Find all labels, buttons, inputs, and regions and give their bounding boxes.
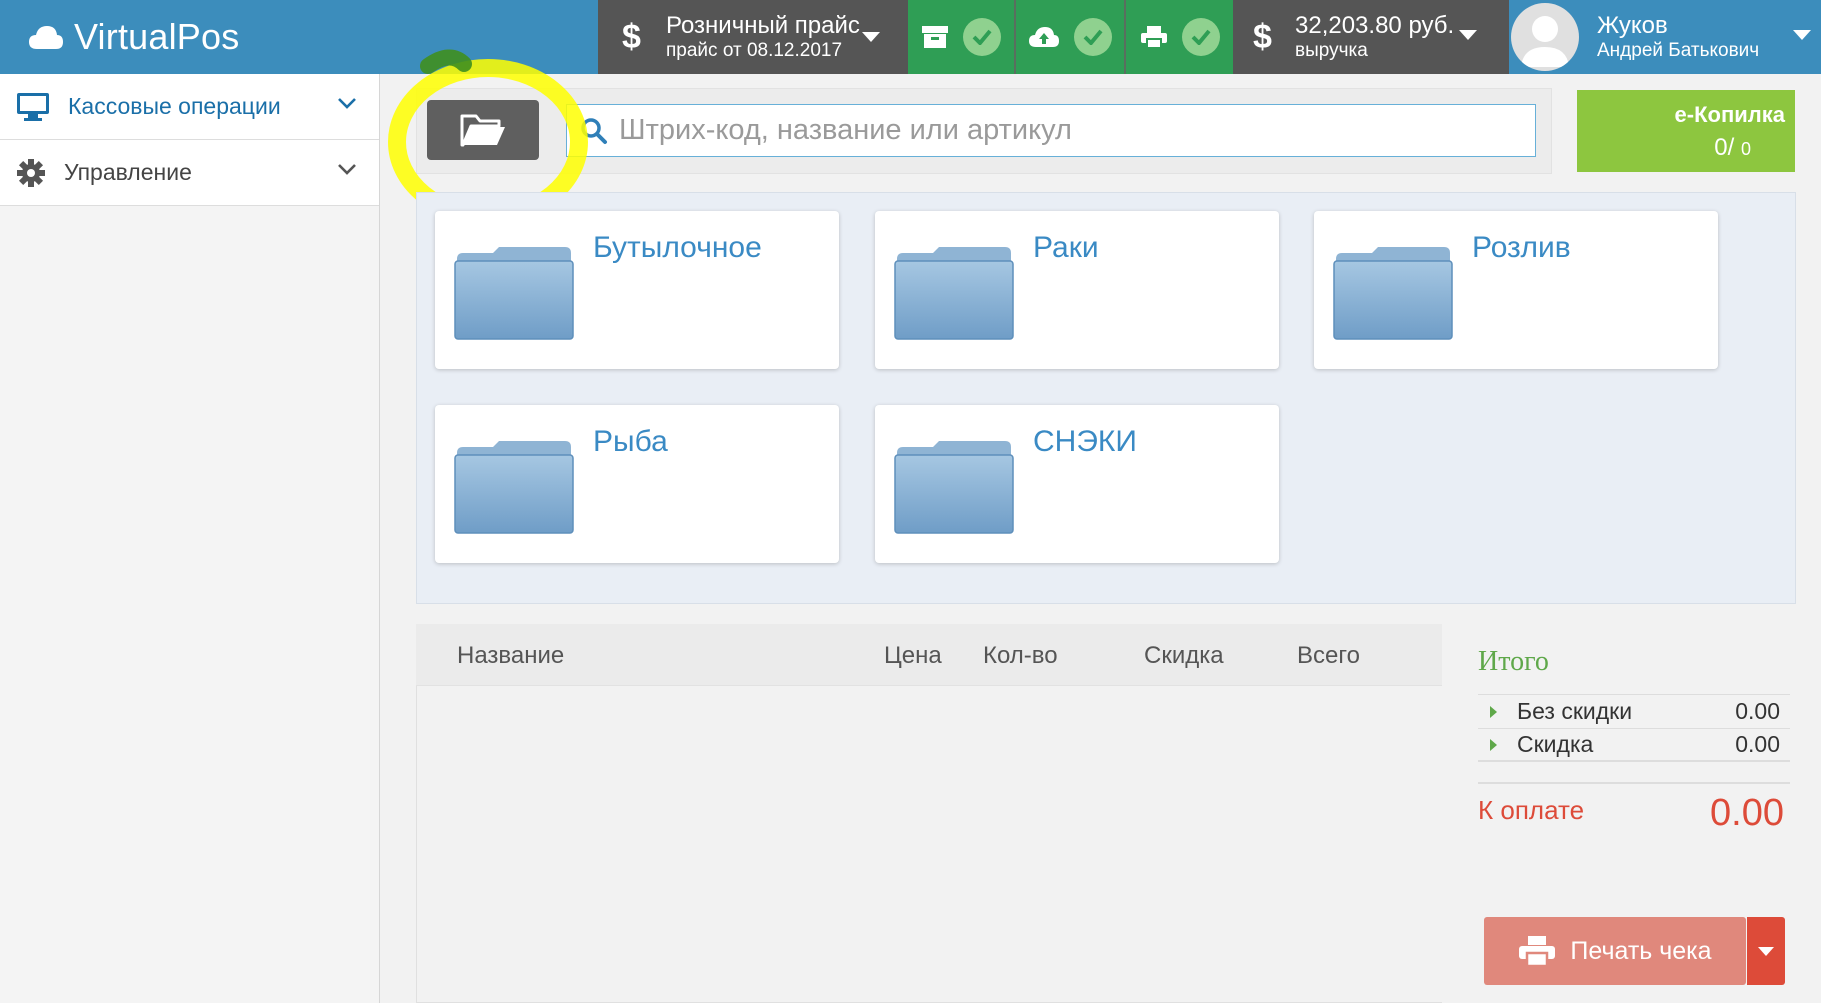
category-tile[interactable]: СНЭКИ — [875, 405, 1279, 563]
folder-icon — [454, 441, 574, 534]
search-input[interactable] — [619, 114, 1535, 147]
totals-row-value: 0.00 — [1735, 731, 1780, 757]
archive-icon — [922, 26, 948, 48]
column-header-name[interactable]: Название — [457, 642, 564, 670]
caret-right-icon — [1490, 705, 1497, 718]
archive-status-button[interactable] — [908, 0, 1014, 74]
dollar-icon: $ — [622, 17, 641, 56]
top-bar: VirtualPos $ Розничный прайс прайс от 08… — [0, 0, 1821, 74]
caret-right-icon — [1490, 738, 1497, 751]
user-last-name: Жуков — [1597, 12, 1668, 40]
folder-icon — [1333, 247, 1453, 340]
categories-button[interactable] — [427, 100, 539, 160]
sidebar-item-label: Кассовые операции — [68, 93, 281, 119]
user-full-name: Андрей Батькович — [1597, 39, 1760, 61]
category-name: Бутылочное — [593, 231, 762, 264]
totals-row-discount: Скидка 0.00 — [1478, 728, 1790, 762]
folder-icon — [454, 247, 574, 340]
cloud-icon — [29, 26, 63, 49]
category-tile[interactable]: Розлив — [1314, 211, 1718, 369]
check-icon — [1181, 18, 1220, 56]
category-name: Розлив — [1472, 231, 1571, 264]
category-tile[interactable]: Раки — [875, 211, 1279, 369]
search-icon — [581, 117, 607, 144]
totals-row-subtotal: Без скидки 0.00 — [1478, 694, 1790, 728]
totals-title: Итого — [1478, 646, 1549, 677]
caret-down-icon — [1758, 946, 1774, 956]
sidebar: Кассовые операции Управление — [0, 74, 380, 1003]
price-list-dropdown[interactable]: $ Розничный прайс прайс от 08.12.2017 — [598, 0, 908, 74]
print-options-dropdown[interactable] — [1747, 917, 1785, 985]
folder-icon — [894, 441, 1014, 534]
sidebar-item-cash-operations[interactable]: Кассовые операции — [0, 74, 379, 140]
printer-icon — [1140, 26, 1167, 49]
revenue-amount: 32,203.80 руб. — [1295, 12, 1455, 40]
search-field[interactable] — [566, 104, 1536, 157]
check-icon — [1074, 18, 1112, 56]
ekopilka-max: 0 — [1740, 139, 1751, 159]
folder-open-icon — [460, 114, 505, 147]
revenue-dropdown[interactable]: $ 32,203.80 руб. выручка — [1233, 0, 1509, 74]
amount-due-label: К оплате — [1478, 794, 1585, 825]
totals-row-value: 0.00 — [1735, 698, 1780, 724]
monitor-icon — [17, 92, 49, 121]
totals-row-label: Скидка — [1517, 731, 1594, 757]
print-receipt-button[interactable]: Печать чека — [1484, 917, 1746, 985]
print-receipt-label: Печать чека — [1570, 936, 1712, 965]
app-name: VirtualPos — [74, 16, 240, 57]
caret-down-icon — [1459, 30, 1477, 40]
amount-due-value: 0.00 — [1710, 792, 1784, 834]
printer-status-button[interactable] — [1126, 0, 1233, 74]
price-list-date: прайс от 08.12.2017 — [666, 39, 843, 61]
chevron-down-icon — [338, 98, 356, 109]
category-name: Рыба — [593, 425, 668, 458]
sidebar-item-label: Управление — [64, 159, 192, 185]
totals-row-label: Без скидки — [1517, 698, 1633, 724]
caret-down-icon — [1793, 30, 1811, 40]
ekopilka-title: е-Копилка — [1674, 102, 1785, 127]
column-header-quantity[interactable]: Кол-во — [983, 642, 1058, 670]
caret-down-icon — [862, 32, 880, 42]
column-header-total[interactable]: Всего — [1297, 642, 1360, 670]
category-tile[interactable]: Бутылочное — [435, 211, 839, 369]
check-icon — [963, 18, 1001, 56]
folder-icon — [894, 247, 1014, 340]
cloud-sync-status-button[interactable] — [1016, 0, 1124, 74]
order-table-header: Название Цена Кол-во Скидка Всего — [416, 624, 1442, 686]
user-menu[interactable]: Жуков Андрей Батькович — [1509, 0, 1821, 74]
ekopilka-value: 0/ — [1714, 134, 1735, 161]
category-name: СНЭКИ — [1033, 425, 1137, 458]
category-name: Раки — [1033, 231, 1099, 264]
gear-icon — [17, 158, 45, 187]
dollar-icon: $ — [1253, 17, 1272, 56]
sidebar-item-management[interactable]: Управление — [0, 140, 379, 206]
column-header-discount[interactable]: Скидка — [1144, 642, 1224, 670]
category-tile[interactable]: Рыба — [435, 405, 839, 563]
price-list-title: Розничный прайс — [666, 12, 860, 40]
brand-logo[interactable]: VirtualPos — [0, 0, 598, 74]
ekopilka-widget[interactable]: е-Копилка 0/ 0 — [1577, 90, 1795, 172]
revenue-label: выручка — [1295, 39, 1368, 61]
column-header-price[interactable]: Цена — [884, 642, 942, 670]
chevron-down-icon — [338, 164, 356, 175]
amount-due: К оплате 0.00 — [1478, 782, 1790, 834]
cloud-upload-icon — [1029, 27, 1059, 47]
avatar — [1511, 3, 1579, 71]
printer-icon — [1519, 936, 1556, 967]
